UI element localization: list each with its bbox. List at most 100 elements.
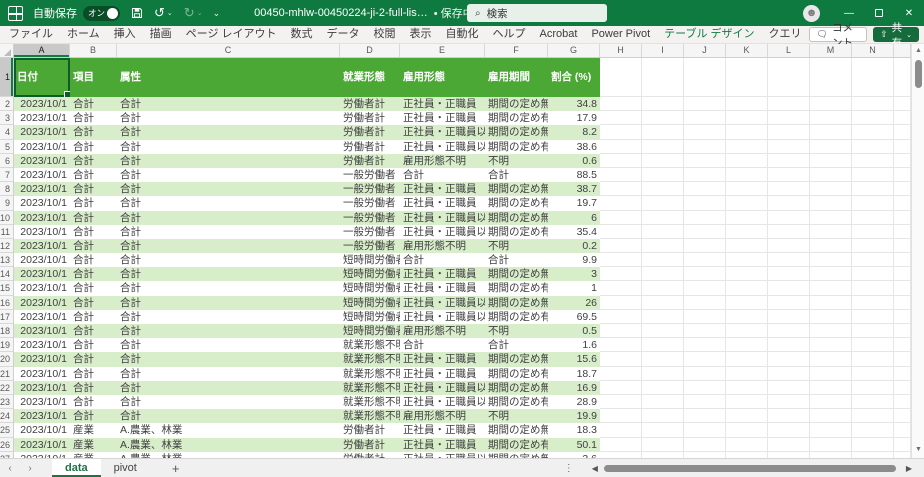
empty-cell[interactable]: [852, 196, 894, 211]
empty-cell[interactable]: [810, 210, 852, 225]
empty-cell[interactable]: [810, 238, 852, 254]
cell[interactable]: 2023/10/1: [14, 111, 70, 126]
empty-cell[interactable]: [894, 58, 911, 97]
column-header-F[interactable]: F: [485, 44, 548, 57]
empty-cell[interactable]: [768, 437, 810, 452]
empty-cell[interactable]: [726, 182, 768, 197]
empty-cell[interactable]: [600, 139, 642, 154]
cell[interactable]: 合計: [70, 352, 117, 367]
excel-app-icon[interactable]: [8, 5, 23, 21]
cell[interactable]: 2023/10/1: [14, 139, 70, 154]
row-header-16[interactable]: 16: [0, 296, 13, 310]
empty-cell[interactable]: [810, 167, 852, 183]
empty-cell[interactable]: [642, 97, 684, 112]
row-header-6[interactable]: 6: [0, 154, 13, 168]
cell[interactable]: 期間の定め無: [485, 352, 548, 367]
empty-cell[interactable]: [684, 366, 726, 381]
empty-cell[interactable]: [852, 153, 894, 168]
row-header-25[interactable]: 25: [0, 423, 13, 438]
empty-cell[interactable]: [894, 196, 911, 211]
cell[interactable]: 合計: [70, 366, 117, 381]
empty-cell[interactable]: [768, 352, 810, 367]
empty-cell[interactable]: [852, 394, 894, 410]
empty-cell[interactable]: [600, 58, 642, 97]
cell[interactable]: 0.6: [548, 153, 600, 168]
cell[interactable]: 不明: [485, 238, 548, 254]
empty-cell[interactable]: [894, 281, 911, 296]
column-header-D[interactable]: D: [340, 44, 400, 57]
empty-cell[interactable]: [642, 224, 684, 239]
column-header-N[interactable]: N: [852, 44, 894, 57]
empty-cell[interactable]: [768, 324, 810, 339]
empty-cell[interactable]: [768, 338, 810, 353]
empty-cell[interactable]: [768, 409, 810, 424]
empty-cell[interactable]: [852, 139, 894, 154]
ribbon-tab-7[interactable]: データ: [320, 26, 367, 43]
empty-cell[interactable]: [600, 423, 642, 438]
empty-cell[interactable]: [894, 309, 911, 324]
empty-cell[interactable]: [768, 97, 810, 112]
cell[interactable]: 2023/10/1: [14, 224, 70, 239]
cell[interactable]: 合計: [70, 238, 117, 254]
cell[interactable]: 不明: [485, 409, 548, 424]
empty-cell[interactable]: [894, 224, 911, 239]
sheet-nav-right-icon[interactable]: ›: [20, 463, 40, 474]
cell[interactable]: A.農業、林業: [117, 423, 340, 438]
maximize-button[interactable]: [864, 0, 894, 26]
row-header-7[interactable]: 7: [0, 168, 13, 183]
search-input[interactable]: ⌕ 検索: [467, 4, 607, 22]
row-header-15[interactable]: 15: [0, 281, 13, 296]
empty-cell[interactable]: [726, 267, 768, 282]
empty-cell[interactable]: [810, 224, 852, 239]
cell[interactable]: 短時間労働者: [340, 324, 400, 339]
empty-cell[interactable]: [768, 125, 810, 140]
cell[interactable]: 2023/10/1: [14, 182, 70, 197]
empty-cell[interactable]: [684, 309, 726, 324]
cell[interactable]: 26: [548, 295, 600, 310]
empty-cell[interactable]: [810, 309, 852, 324]
cell[interactable]: 15.6: [548, 352, 600, 367]
empty-cell[interactable]: [684, 224, 726, 239]
cell[interactable]: 合計: [70, 210, 117, 225]
cell[interactable]: 合計: [70, 380, 117, 395]
ribbon-tab-13[interactable]: Power Pivot: [584, 26, 657, 43]
cell[interactable]: 労働者計: [340, 139, 400, 154]
empty-cell[interactable]: [894, 153, 911, 168]
cell[interactable]: 正社員・正職員以外: [400, 394, 485, 410]
cell[interactable]: 期間の定め有: [485, 281, 548, 296]
empty-cell[interactable]: [768, 253, 810, 268]
cell[interactable]: 合計: [117, 366, 340, 381]
scroll-up-icon[interactable]: ▲: [912, 44, 924, 57]
row-header-17[interactable]: 17: [0, 310, 13, 324]
empty-cell[interactable]: [894, 394, 911, 410]
cell[interactable]: 18.7: [548, 366, 600, 381]
cell[interactable]: 合計: [70, 394, 117, 410]
empty-cell[interactable]: [642, 437, 684, 452]
empty-cell[interactable]: [810, 125, 852, 140]
cell[interactable]: 合計: [70, 253, 117, 268]
cell[interactable]: 不明: [485, 153, 548, 168]
cell[interactable]: 就業形態不明: [340, 394, 400, 410]
empty-cell[interactable]: [726, 224, 768, 239]
empty-cell[interactable]: [768, 366, 810, 381]
empty-cell[interactable]: [726, 111, 768, 126]
empty-cell[interactable]: [600, 167, 642, 183]
empty-cell[interactable]: [684, 295, 726, 310]
cell[interactable]: 合計: [117, 295, 340, 310]
empty-cell[interactable]: [894, 139, 911, 154]
ribbon-tab-3[interactable]: 挿入: [107, 26, 143, 43]
scroll-right-icon[interactable]: ▶: [902, 464, 916, 473]
cell[interactable]: 2023/10/1: [14, 352, 70, 367]
ribbon-tab-9[interactable]: 表示: [403, 26, 439, 43]
empty-cell[interactable]: [684, 153, 726, 168]
empty-cell[interactable]: [768, 210, 810, 225]
empty-cell[interactable]: [684, 423, 726, 438]
empty-cell[interactable]: [642, 139, 684, 154]
empty-cell[interactable]: [810, 409, 852, 424]
row-header-21[interactable]: 21: [0, 367, 13, 381]
horizontal-scroll-thumb[interactable]: [603, 464, 896, 472]
empty-cell[interactable]: [894, 366, 911, 381]
empty-cell[interactable]: [684, 238, 726, 254]
cell[interactable]: 3: [548, 267, 600, 282]
empty-cell[interactable]: [642, 366, 684, 381]
